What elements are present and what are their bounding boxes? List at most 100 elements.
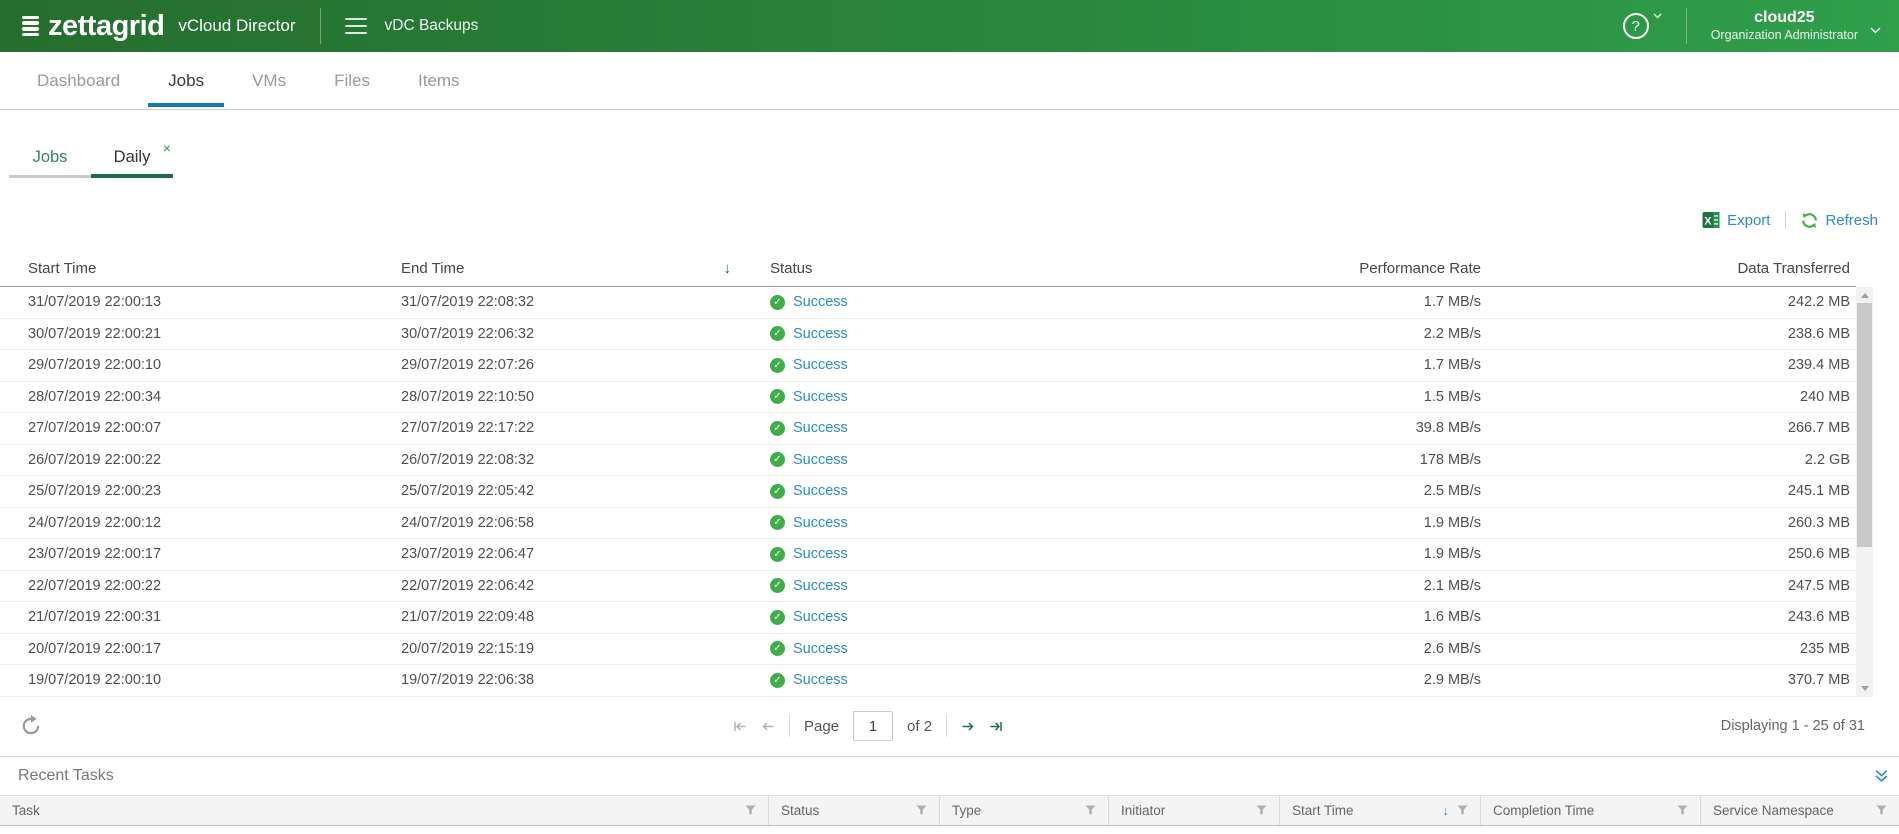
menu-icon[interactable]	[344, 17, 367, 35]
filter-icon[interactable]	[1085, 805, 1096, 815]
data-transferred-cell: 240 MB	[1800, 388, 1850, 405]
data-transferred-cell: 238.6 MB	[1787, 325, 1850, 342]
success-icon: ✓	[770, 389, 785, 405]
data-transferred-cell: 370.7 MB	[1787, 672, 1850, 689]
status-link[interactable]: Success	[793, 452, 848, 468]
column-header-data-transferred[interactable]: Data Transferred	[1481, 260, 1856, 277]
table-toolbar: X Export Refresh	[0, 208, 1878, 232]
data-transferred-cell: 245.1 MB	[1787, 483, 1850, 500]
task-column-start-time[interactable]: Start Time ↓	[1279, 795, 1480, 825]
performance-rate-cell: 2.2 MB/s	[1423, 325, 1481, 342]
table-row: 31/07/2019 22:00:13 31/07/2019 22:08:32 …	[0, 287, 1856, 319]
table-row: 27/07/2019 22:00:07 27/07/2019 22:17:22 …	[0, 413, 1856, 445]
status-link[interactable]: Success	[793, 546, 848, 562]
table-row: 21/07/2019 22:00:31 21/07/2019 22:09:48 …	[0, 602, 1856, 634]
status-link[interactable]: Success	[793, 389, 848, 405]
table-row: 23/07/2019 22:00:17 23/07/2019 22:06:47 …	[0, 539, 1856, 571]
next-page-button[interactable]	[961, 720, 975, 733]
status-link[interactable]: Success	[793, 357, 848, 373]
filter-icon[interactable]	[1256, 805, 1267, 815]
nav-tab-dashboard[interactable]: Dashboard	[17, 52, 140, 109]
success-icon: ✓	[770, 672, 785, 688]
filter-icon[interactable]	[916, 805, 927, 815]
data-transferred-cell: 260.3 MB	[1787, 514, 1850, 531]
task-column-status[interactable]: Status	[768, 795, 939, 825]
table-row: 19/07/2019 22:00:10 19/07/2019 22:06:38 …	[0, 665, 1856, 697]
status-link[interactable]: Success	[793, 515, 848, 531]
nav-tab-jobs[interactable]: Jobs	[148, 52, 225, 109]
close-tab-icon[interactable]: ×	[163, 141, 171, 155]
user-menu[interactable]: cloud25 Organization Administrator	[1711, 8, 1858, 44]
subtab-daily[interactable]: Daily ×	[91, 141, 173, 178]
filter-icon[interactable]	[1457, 805, 1468, 815]
subtab-jobs[interactable]: Jobs	[9, 143, 91, 178]
nav-tab-vms[interactable]: VMs	[232, 52, 306, 109]
status-link[interactable]: Success	[793, 672, 848, 688]
filter-icon[interactable]	[745, 805, 756, 815]
task-column-service-namespace[interactable]: Service Namespace	[1700, 795, 1899, 825]
column-header-performance-rate[interactable]: Performance Rate	[1276, 260, 1481, 277]
task-column-initiator[interactable]: Initiator	[1108, 795, 1279, 825]
end-time-cell: 20/07/2019 22:15:19	[401, 640, 535, 657]
page-input[interactable]	[853, 711, 894, 741]
table-row: 20/07/2019 22:00:17 20/07/2019 22:15:19 …	[0, 634, 1856, 665]
column-header-status[interactable]: Status	[745, 260, 1276, 277]
table-row: 29/07/2019 22:00:10 29/07/2019 22:07:26 …	[0, 350, 1856, 382]
task-column-type[interactable]: Type	[939, 795, 1108, 825]
jobs-table-body: 31/07/2019 22:00:13 31/07/2019 22:08:32 …	[0, 287, 1873, 697]
sort-desc-icon: ↓	[723, 259, 732, 277]
column-header-start-time[interactable]: Start Time	[28, 260, 401, 277]
prev-page-button	[762, 721, 774, 731]
tasks-table-header: Task Status Type Initiator Start Time ↓ …	[0, 794, 1899, 826]
recent-tasks-title: Recent Tasks	[18, 766, 114, 784]
svg-text:X: X	[1704, 215, 1712, 227]
scroll-down-button[interactable]	[1856, 681, 1873, 697]
status-link[interactable]: Success	[793, 326, 848, 342]
status-cell: ✓ Success	[745, 578, 1276, 594]
status-link[interactable]: Success	[793, 483, 848, 499]
chevron-down-icon[interactable]	[1870, 27, 1881, 34]
status-link[interactable]: Success	[793, 420, 848, 436]
nav-tab-label: VMs	[252, 70, 287, 90]
export-label: Export	[1727, 211, 1771, 229]
nav-tab-items[interactable]: Items	[398, 52, 480, 109]
status-link[interactable]: Success	[793, 294, 848, 310]
status-cell: ✓ Success	[745, 294, 1276, 310]
help-button[interactable]: ?	[1622, 13, 1662, 39]
task-column-completion-time[interactable]: Completion Time	[1480, 795, 1700, 825]
status-link[interactable]: Success	[793, 578, 848, 594]
scroll-up-button[interactable]	[1856, 287, 1873, 303]
filter-icon[interactable]	[1876, 805, 1887, 815]
success-icon: ✓	[770, 546, 785, 562]
performance-rate-cell: 1.9 MB/s	[1423, 546, 1481, 563]
performance-rate-cell: 39.8 MB/s	[1415, 420, 1481, 437]
task-column-label: Task	[12, 802, 40, 818]
filter-icon[interactable]	[1677, 805, 1688, 815]
success-icon: ✓	[770, 420, 785, 436]
column-header-end-time[interactable]: End Time ↓	[401, 260, 745, 277]
task-column-task[interactable]: Task	[0, 796, 768, 825]
task-column-label: Type	[952, 802, 982, 818]
status-link[interactable]: Success	[793, 609, 848, 625]
end-time-cell: 21/07/2019 22:09:48	[401, 609, 535, 626]
table-row: 30/07/2019 22:00:21 30/07/2019 22:06:32 …	[0, 319, 1856, 350]
reload-button[interactable]	[20, 715, 42, 737]
table-row: 28/07/2019 22:00:34 28/07/2019 22:10:50 …	[0, 382, 1856, 413]
scroll-thumb[interactable]	[1857, 303, 1872, 547]
end-time-cell: 22/07/2019 22:06:42	[401, 577, 535, 594]
start-time-cell: 26/07/2019 22:00:22	[28, 451, 162, 468]
displaying-summary: Displaying 1 - 25 of 31	[1720, 718, 1865, 734]
last-page-button[interactable]	[989, 720, 1003, 733]
data-transferred-cell: 242.2 MB	[1787, 294, 1850, 311]
refresh-button[interactable]: Refresh	[1801, 212, 1878, 229]
status-link[interactable]: Success	[793, 641, 848, 657]
vertical-scrollbar[interactable]	[1856, 287, 1873, 697]
performance-rate-cell: 1.5 MB/s	[1423, 388, 1481, 405]
subtab-label: Daily	[113, 148, 151, 166]
page-count-label: of 2	[907, 717, 933, 735]
nav-tab-files[interactable]: Files	[314, 52, 390, 109]
chevron-down-icon	[1653, 13, 1662, 19]
start-time-cell: 22/07/2019 22:00:22	[28, 577, 162, 594]
double-chevron-down-icon[interactable]	[1874, 768, 1889, 783]
export-button[interactable]: X Export	[1702, 211, 1770, 229]
